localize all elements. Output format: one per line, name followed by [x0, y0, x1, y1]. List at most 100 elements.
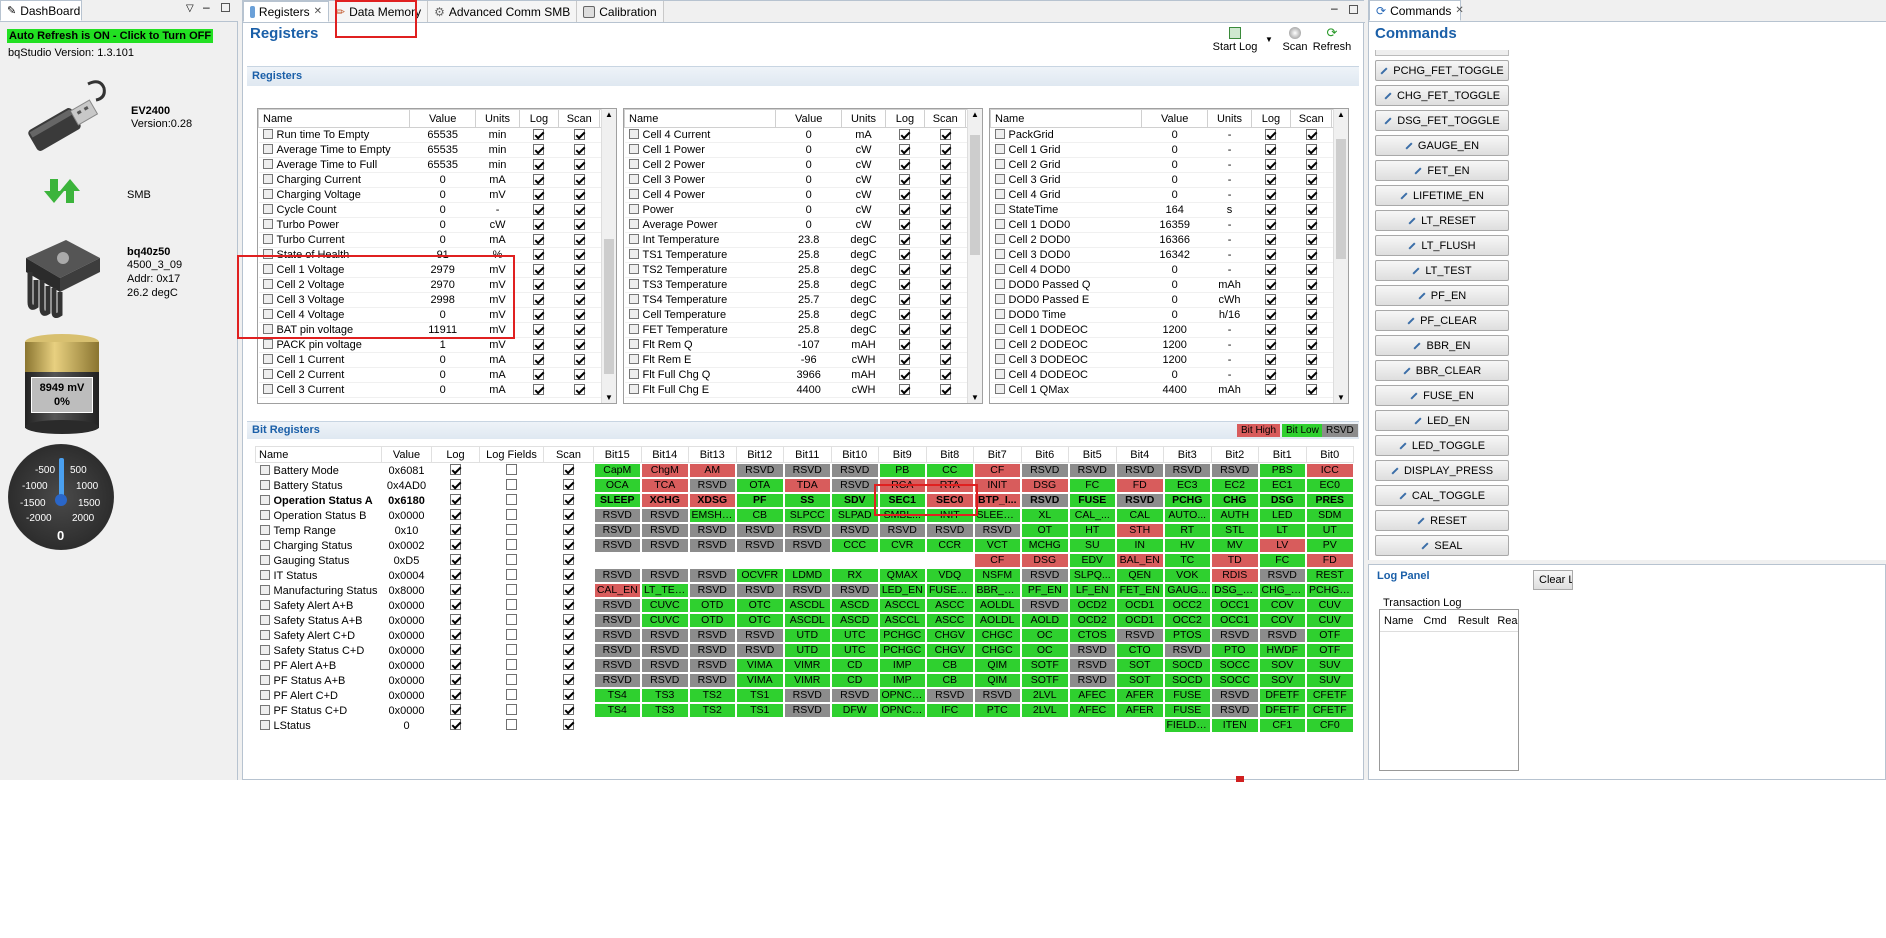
scan-checkbox[interactable]: [1305, 383, 1317, 395]
table-row[interactable]: Average Power 0 cW: [624, 217, 982, 233]
command-button-fet-en[interactable]: FET_EN: [1375, 160, 1509, 181]
table-row[interactable]: Flt Full Chg E 4400 cWH: [624, 382, 982, 398]
command-button-reset[interactable]: RESET: [1375, 510, 1509, 531]
scan-checkbox[interactable]: [573, 338, 585, 350]
log-checkbox[interactable]: [899, 143, 911, 155]
scan-checkbox[interactable]: [573, 188, 585, 200]
log-checkbox[interactable]: [899, 308, 911, 320]
bit-register-row[interactable]: PF Status C+D 0x0000 TS4 TS3 TS2 TS1 RSVD DFW OP…: [256, 703, 1354, 718]
scan-checkbox[interactable]: [1305, 353, 1317, 365]
scan-checkbox[interactable]: [573, 248, 585, 260]
log-checkbox[interactable]: [450, 554, 461, 565]
scan-checkbox[interactable]: [573, 293, 585, 305]
view-menu-icon[interactable]: ▽: [186, 3, 194, 14]
scan-checkbox[interactable]: [939, 188, 951, 200]
scan-checkbox[interactable]: [1305, 368, 1317, 380]
grid-header-value[interactable]: Value: [409, 109, 477, 128]
grid-header-log[interactable]: Log: [518, 109, 560, 128]
command-button-pf-en[interactable]: PF_EN: [1375, 285, 1509, 306]
log-checkbox[interactable]: [450, 629, 461, 640]
log-checkbox[interactable]: [899, 218, 911, 230]
table-row[interactable]: DOD0 Time 0 h/16: [990, 307, 1348, 323]
scan-checkbox[interactable]: [573, 173, 585, 185]
scan-checkbox[interactable]: [939, 203, 951, 215]
scan-checkbox[interactable]: [939, 368, 951, 380]
log-checkbox[interactable]: [533, 158, 545, 170]
grid-header-units[interactable]: Units: [475, 109, 520, 128]
scroll-thumb[interactable]: [970, 135, 980, 255]
scroll-down-icon[interactable]: ▼: [605, 393, 613, 402]
scan-checkbox[interactable]: [939, 293, 951, 305]
tab-commands[interactable]: ⟳ Commands ✕: [1369, 0, 1464, 21]
scroll-down-icon[interactable]: ▼: [971, 393, 979, 402]
scan-checkbox[interactable]: [1305, 293, 1317, 305]
bit-header[interactable]: Bit14: [640, 446, 689, 463]
bit-header[interactable]: Bit6: [1020, 446, 1069, 463]
scan-checkbox[interactable]: [563, 509, 574, 520]
command-button-display-press[interactable]: DISPLAY_PRESS: [1375, 460, 1509, 481]
table-row[interactable]: Cycle Count 0-: [258, 202, 616, 218]
table-row[interactable]: Charging Current 0 mA: [258, 172, 616, 188]
grid-scrollbar[interactable]: ▲ ▼: [601, 109, 616, 403]
table-row[interactable]: Charging Voltage 0 mV: [258, 187, 616, 203]
table-row[interactable]: Cell 3 DOD0 16342-: [990, 247, 1348, 263]
log-fields-checkbox[interactable]: [506, 719, 517, 730]
minimize-icon[interactable]: –: [1331, 1, 1338, 15]
log-checkbox[interactable]: [1265, 233, 1277, 245]
table-row[interactable]: Cell 4 DOD0 0-: [990, 262, 1348, 278]
scan-checkbox[interactable]: [1305, 128, 1317, 140]
scan-checkbox[interactable]: [573, 323, 585, 335]
log-fields-checkbox[interactable]: [506, 569, 517, 580]
log-checkbox[interactable]: [899, 323, 911, 335]
log-fields-checkbox[interactable]: [506, 539, 517, 550]
command-button-lt-flush[interactable]: LT_FLUSH: [1375, 235, 1509, 256]
command-button-led-en[interactable]: LED_EN: [1375, 410, 1509, 431]
log-checkbox[interactable]: [1265, 278, 1277, 290]
log-fields-checkbox[interactable]: [506, 524, 517, 535]
maximize-icon[interactable]: [1349, 5, 1358, 14]
scan-checkbox[interactable]: [939, 338, 951, 350]
grid-header-name[interactable]: Name: [624, 109, 777, 128]
scan-checkbox[interactable]: [563, 584, 574, 595]
table-row[interactable]: Turbo Power 0 cW: [258, 217, 616, 233]
scan-checkbox[interactable]: [573, 383, 585, 395]
table-row[interactable]: Cell 1 Power 0 cW: [624, 142, 982, 158]
command-button-led-toggle[interactable]: LED_TOGGLE: [1375, 435, 1509, 456]
command-button-bbr-en[interactable]: BBR_EN: [1375, 335, 1509, 356]
log-checkbox[interactable]: [533, 203, 545, 215]
grid-header-value[interactable]: Value: [775, 109, 843, 128]
log-checkbox[interactable]: [450, 464, 461, 475]
bit-register-row[interactable]: Battery Status 0x4AD0 OCA TCA RSVD OTA TDA RSVD…: [256, 478, 1354, 493]
grid-header-scan[interactable]: Scan: [1290, 109, 1333, 128]
maximize-icon[interactable]: [221, 3, 230, 12]
tab-dashboard[interactable]: ✎ DashBoard: [0, 0, 82, 21]
bit-header[interactable]: Scan: [543, 446, 594, 463]
grid-header-log[interactable]: Log: [884, 109, 926, 128]
bit-register-row[interactable]: PF Alert A+B 0x0000 RSVD RSVD RSVD VIMA VIMR CD…: [256, 658, 1354, 673]
log-checkbox[interactable]: [1265, 368, 1277, 380]
start-log-dropdown-icon[interactable]: ▼: [1265, 35, 1273, 44]
log-checkbox[interactable]: [1265, 203, 1277, 215]
log-checkbox[interactable]: [899, 278, 911, 290]
scan-checkbox[interactable]: [1305, 248, 1317, 260]
bit-register-row[interactable]: Charging Status 0x0002 RSVD RSVD RSVD RSVD RSV…: [256, 538, 1354, 553]
table-row[interactable]: Cell 2 DOD0 16366-: [990, 232, 1348, 248]
log-checkbox[interactable]: [533, 338, 545, 350]
grid-header-scan[interactable]: Scan: [924, 109, 967, 128]
log-fields-checkbox[interactable]: [506, 494, 517, 505]
log-checkbox[interactable]: [533, 248, 545, 260]
scan-checkbox[interactable]: [563, 569, 574, 580]
table-row[interactable]: TS4 Temperature 25.7 degC: [624, 292, 982, 308]
bit-header[interactable]: Bit12: [735, 446, 784, 463]
scan-checkbox[interactable]: [1305, 263, 1317, 275]
log-checkbox[interactable]: [1265, 308, 1277, 320]
log-checkbox[interactable]: [450, 689, 461, 700]
log-fields-checkbox[interactable]: [506, 464, 517, 475]
log-checkbox[interactable]: [533, 218, 545, 230]
log-checkbox[interactable]: [1265, 248, 1277, 260]
table-row[interactable]: Int Temperature 23.8 degC: [624, 232, 982, 248]
log-fields-checkbox[interactable]: [506, 584, 517, 595]
log-checkbox[interactable]: [533, 383, 545, 395]
log-checkbox[interactable]: [1265, 293, 1277, 305]
scan-checkbox[interactable]: [573, 368, 585, 380]
